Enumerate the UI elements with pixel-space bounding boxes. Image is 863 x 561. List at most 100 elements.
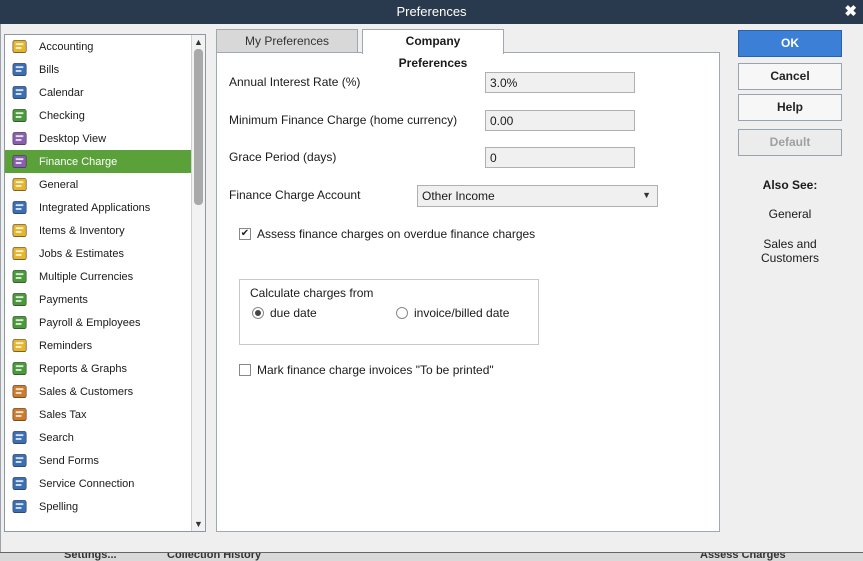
sidebar-item-payroll-employees[interactable]: Payroll & Employees	[5, 311, 192, 334]
preferences-dialog: Accounting Bills Calendar Checking Desktop V…	[0, 24, 863, 552]
min-charge-field[interactable]: 0.00	[485, 110, 635, 131]
sidebar-item-jobs-estimates[interactable]: Jobs & Estimates	[5, 242, 192, 265]
sales-customers-icon	[9, 382, 31, 402]
sidebar-item-sales-customers[interactable]: Sales & Customers	[5, 380, 192, 403]
sidebar-item-bills[interactable]: Bills	[5, 58, 192, 81]
radio-due-date[interactable]: due date	[252, 306, 317, 320]
sidebar-item-accounting[interactable]: Accounting	[5, 35, 192, 58]
sidebar-item-label: Reports & Graphs	[39, 362, 128, 375]
sidebar-item-checking[interactable]: Checking	[5, 104, 192, 127]
bg-collection-history-button: Collection History	[167, 552, 262, 561]
background-window-strip: Settings... Collection History Assess Ch…	[0, 552, 863, 561]
reports-graphs-icon	[9, 359, 31, 379]
sidebar-item-items-inventory[interactable]: Items & Inventory	[5, 219, 192, 242]
scroll-thumb[interactable]	[194, 49, 203, 205]
ok-button[interactable]: OK	[738, 30, 842, 57]
tab-company-preferences[interactable]: Company Preferences	[362, 29, 504, 70]
sidebar-item-reminders[interactable]: Reminders	[5, 334, 192, 357]
checking-icon	[9, 106, 31, 126]
sidebar-item-sales-tax[interactable]: Sales Tax	[5, 403, 192, 426]
sidebar-item-general[interactable]: General	[5, 173, 192, 196]
radio-invoice-date[interactable]: invoice/billed date	[396, 306, 509, 320]
sidebar-item-service-connection[interactable]: Service Connection	[5, 472, 192, 495]
sidebar-item-label: Items & Inventory	[39, 224, 125, 237]
calendar-icon	[9, 83, 31, 103]
sidebar-item-send-forms[interactable]: Send Forms	[5, 449, 192, 472]
sidebar-item-label: Sales Tax	[39, 408, 87, 421]
spelling-icon	[9, 497, 31, 517]
help-button[interactable]: Help	[738, 94, 842, 121]
checkbox-checked-icon[interactable]: ✔	[239, 228, 251, 240]
sales-tax-icon	[9, 405, 31, 425]
scroll-down-icon[interactable]: ▼	[192, 517, 205, 531]
also-see-general-link[interactable]: General	[738, 207, 842, 221]
finance-account-label: Finance Charge Account	[229, 188, 361, 202]
sidebar-item-label: Desktop View	[39, 132, 107, 145]
sidebar-item-integrated-apps[interactable]: Integrated Applications	[5, 196, 192, 219]
calculate-charges-group: Calculate charges from due date invoice/…	[239, 279, 539, 345]
bg-assess-charges-button: Assess Charges	[700, 552, 786, 561]
accounting-icon	[9, 37, 31, 57]
default-button[interactable]: Default	[738, 129, 842, 156]
radio-invoice-label: invoice/billed date	[414, 306, 510, 320]
multiple-currencies-icon	[9, 267, 31, 287]
scroll-up-icon[interactable]: ▲	[192, 35, 205, 49]
calculate-charges-title: Calculate charges from	[250, 286, 374, 300]
desktop-view-icon	[9, 129, 31, 149]
radio-invoice-icon[interactable]	[396, 307, 408, 319]
sidebar-item-multiple-currencies[interactable]: Multiple Currencies	[5, 265, 192, 288]
assess-overdue-checkbox[interactable]: ✔ Assess finance charges on overdue fina…	[239, 227, 535, 241]
sidebar-item-label: Jobs & Estimates	[39, 247, 124, 260]
search-icon	[9, 428, 31, 448]
sidebar-item-spelling[interactable]: Spelling	[5, 495, 192, 518]
also-see-sales-customers-link[interactable]: Sales and Customers	[738, 237, 842, 265]
sidebar-item-search[interactable]: Search	[5, 426, 192, 449]
title-bar: Preferences ✖	[0, 0, 863, 24]
mark-to-be-printed-checkbox[interactable]: Mark finance charge invoices "To be prin…	[239, 363, 494, 377]
preferences-category-list: Accounting Bills Calendar Checking Desktop V…	[4, 34, 206, 532]
grace-period-field[interactable]: 0	[485, 147, 635, 168]
radio-due-icon[interactable]	[252, 307, 264, 319]
sidebar-item-desktop-view[interactable]: Desktop View	[5, 127, 192, 150]
category-items: Accounting Bills Calendar Checking Desktop V…	[5, 35, 192, 518]
sidebar-item-label: General	[39, 178, 79, 191]
tab-my-preferences[interactable]: My Preferences	[216, 29, 358, 52]
sidebar-item-calendar[interactable]: Calendar	[5, 81, 192, 104]
company-preferences-panel: Annual Interest Rate (%) 3.0% Minimum Fi…	[216, 52, 720, 532]
general-icon	[9, 175, 31, 195]
sidebar-item-label: Bills	[39, 63, 60, 76]
bg-settings-button: Settings...	[64, 552, 117, 561]
finance-account-select[interactable]: Other Income ▼	[417, 185, 658, 207]
category-list-scrollbar[interactable]: ▲ ▼	[191, 35, 205, 531]
assess-overdue-label: Assess finance charges on overdue financ…	[257, 227, 536, 241]
sidebar-item-label: Accounting	[39, 40, 94, 53]
finance-charge-icon	[9, 152, 31, 172]
reminders-icon	[9, 336, 31, 356]
send-forms-icon	[9, 451, 31, 471]
sidebar-item-label: Payroll & Employees	[39, 316, 141, 329]
sidebar-item-reports-graphs[interactable]: Reports & Graphs	[5, 357, 192, 380]
sidebar-item-label: Spelling	[39, 500, 79, 513]
items-inventory-icon	[9, 221, 31, 241]
sidebar-item-label: Multiple Currencies	[39, 270, 134, 283]
jobs-estimates-icon	[9, 244, 31, 264]
min-charge-label: Minimum Finance Charge (home currency)	[229, 113, 458, 127]
sidebar-item-label: Finance Charge	[39, 155, 118, 168]
sidebar-item-finance-charge[interactable]: Finance Charge	[5, 150, 192, 173]
window-title: Preferences	[396, 4, 467, 19]
mark-to-be-printed-label: Mark finance charge invoices "To be prin…	[257, 363, 494, 377]
cancel-button[interactable]: Cancel	[738, 63, 842, 90]
close-icon[interactable]: ✖	[844, 0, 857, 24]
bills-icon	[9, 60, 31, 80]
sidebar-item-label: Service Connection	[39, 477, 135, 490]
checkbox-unchecked-icon[interactable]	[239, 364, 251, 376]
sidebar-item-label: Payments	[39, 293, 88, 306]
sidebar-item-label: Calendar	[39, 86, 84, 99]
interest-rate-label: Annual Interest Rate (%)	[229, 75, 361, 89]
sidebar-item-label: Search	[39, 431, 74, 444]
sidebar-item-payments[interactable]: Payments	[5, 288, 192, 311]
sidebar-item-label: Sales & Customers	[39, 385, 134, 398]
payroll-employees-icon	[9, 313, 31, 333]
sidebar-item-label: Integrated Applications	[39, 201, 151, 214]
interest-rate-field[interactable]: 3.0%	[485, 72, 635, 93]
